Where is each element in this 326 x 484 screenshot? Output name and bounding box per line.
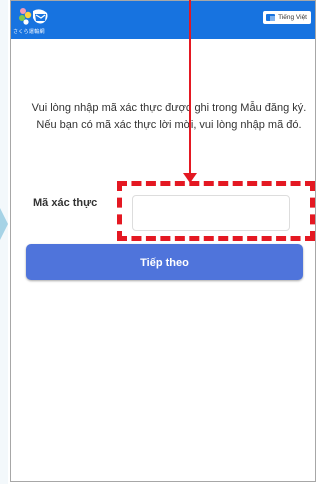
verification-code-input[interactable]: [132, 195, 290, 231]
screenshot-stage: さくら運輸網 Tiếng Việt Vui lòng nhập mã xác t…: [0, 0, 326, 484]
phone-frame: さくら運輸網 Tiếng Việt Vui lòng nhập mã xác t…: [10, 0, 316, 482]
next-button[interactable]: Tiếp theo: [26, 244, 303, 280]
annotation-arrow-line: [189, 0, 191, 176]
instruction-line-1: Vui lòng nhập mã xác thực được ghi trong…: [31, 102, 307, 114]
chevron-right-icon: [0, 208, 8, 240]
left-gutter: [0, 0, 8, 484]
language-button-label: Tiếng Việt: [278, 14, 307, 21]
arrow-down-icon: [183, 173, 197, 183]
logo-text: さくら運輸網: [13, 29, 45, 35]
language-button[interactable]: Tiếng Việt: [263, 11, 311, 24]
app-bar: さくら運輸網 Tiếng Việt: [11, 1, 315, 39]
translate-icon: [266, 14, 276, 21]
instruction-text: Vui lòng nhập mã xác thực được ghi trong…: [29, 100, 309, 133]
verification-code-label: Mã xác thực: [33, 197, 98, 209]
instruction-line-2: Nếu bạn có mã xác thực lời mời, vui lòng…: [36, 118, 302, 131]
